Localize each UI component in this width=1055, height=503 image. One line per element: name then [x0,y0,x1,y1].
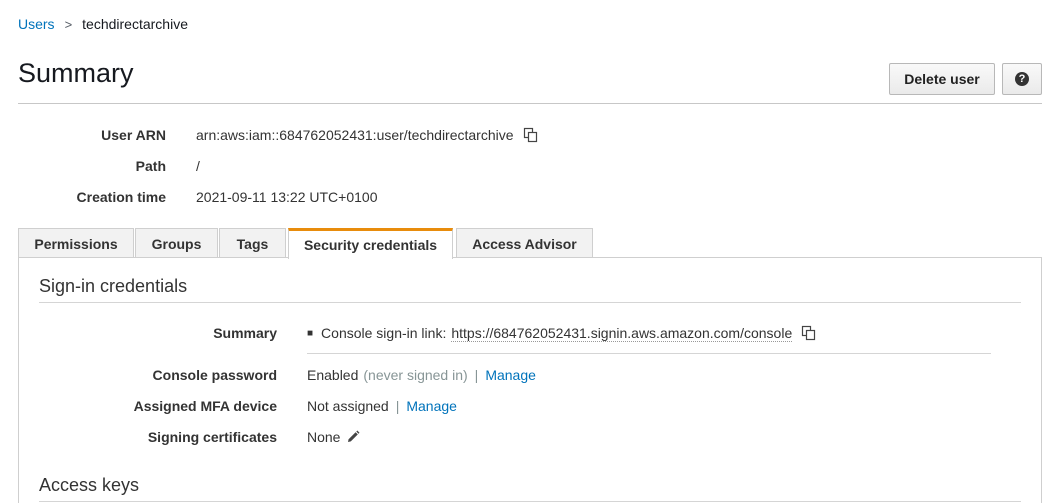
path-value: / [196,158,200,174]
signing-certificates-value: None [307,429,341,445]
signin-section-divider [39,302,1021,303]
signing-certificates-label: Signing certificates [147,429,277,445]
tab-permissions[interactable]: Permissions [18,228,134,258]
tab-access-advisor[interactable]: Access Advisor [456,228,593,258]
creation-time-label: Creation time [76,189,166,205]
detail-row-arn: User ARN arn:aws:iam::684762052431:user/… [0,125,539,145]
summary-divider [307,353,991,354]
console-signin-prefix: Console sign-in link: [321,325,447,341]
copy-arn-icon[interactable] [523,127,539,143]
bullet-icon: ■ [307,327,314,339]
help-icon: ? [1015,72,1029,86]
iam-user-summary-page: Users > techdirectarchive Summary Delete… [0,0,1055,503]
tab-security-credentials[interactable]: Security credentials [288,228,453,259]
mfa-device-label: Assigned MFA device [133,398,277,414]
signin-credentials-heading: Sign-in credentials [39,276,188,296]
tab-tags[interactable]: Tags [219,228,286,258]
cred-row-summary: Summary ■ Console sign-in link: https://… [0,323,817,343]
mfa-device-value: Not assigned [307,398,389,414]
breadcrumb-separator: > [64,16,73,32]
pipe-divider: | [474,367,479,383]
access-keys-divider [39,501,1021,502]
manage-password-link[interactable]: Manage [485,367,536,383]
edit-pencil-icon[interactable] [346,430,360,444]
manage-mfa-link[interactable]: Manage [406,398,457,414]
creation-time-value: 2021-09-11 13:22 UTC+0100 [196,189,378,205]
access-keys-heading: Access keys [39,475,140,495]
path-label: Path [135,158,166,174]
user-arn-value: arn:aws:iam::684762052431:user/techdirec… [196,127,514,143]
breadcrumb-users-link[interactable]: Users [18,16,55,32]
console-signin-link[interactable]: https://684762052431.signin.aws.amazon.c… [451,325,793,342]
console-password-label: Console password [152,367,277,383]
breadcrumb-current: techdirectarchive [82,16,188,32]
user-arn-label: User ARN [101,127,166,143]
cred-row-console-password: Console password Enabled (never signed i… [0,365,536,385]
signin-summary-label: Summary [213,325,277,341]
delete-user-button[interactable]: Delete user [889,63,995,95]
help-button[interactable]: ? [1002,63,1042,95]
cred-row-signing-certificates: Signing certificates None [0,427,360,447]
copy-signin-link-icon[interactable] [801,325,817,341]
tab-groups[interactable]: Groups [135,228,218,258]
breadcrumb: Users > techdirectarchive [18,16,188,32]
console-password-note: (never signed in) [363,367,468,383]
cred-row-mfa: Assigned MFA device Not assigned | Manag… [0,396,457,416]
pipe-divider: | [395,398,400,414]
detail-row-creation-time: Creation time 2021-09-11 13:22 UTC+0100 [0,187,378,207]
console-password-status: Enabled [307,367,359,383]
detail-row-path: Path / [0,156,200,176]
header-divider [18,103,1042,104]
page-title: Summary [18,58,134,88]
